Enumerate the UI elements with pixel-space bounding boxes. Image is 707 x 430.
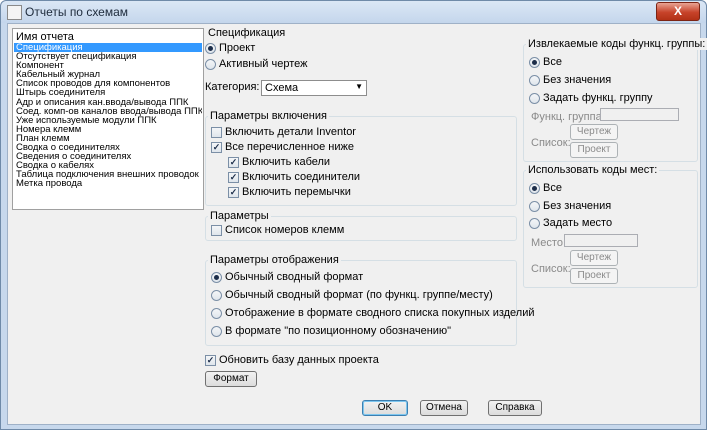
help-button[interactable]: Справка — [488, 400, 542, 416]
func-group-input[interactable] — [600, 108, 679, 121]
include-group-title: Параметры включения — [208, 110, 329, 122]
radio-active-drawing-label: Активный чертеж — [219, 58, 308, 70]
radio-format-purchase-list-label: Отображение в формате сводного списка по… — [225, 307, 535, 319]
params-group-title: Параметры — [208, 210, 271, 222]
func-drawing-button[interactable]: Чертеж — [570, 124, 618, 140]
func-list-label: Список: — [531, 137, 571, 149]
ok-button[interactable]: OK — [362, 400, 408, 416]
report-list-item[interactable]: Сводка о кабелях — [14, 161, 202, 170]
app-icon — [7, 5, 22, 20]
category-select[interactable]: Схема ▼ — [261, 80, 367, 96]
checkbox-inventor-label: Включить детали Inventor — [225, 126, 356, 138]
report-list-item[interactable]: Отсутствует спецификация — [14, 52, 202, 61]
report-list-item[interactable]: Штырь соединителя — [14, 88, 202, 97]
radio-func-all[interactable] — [529, 57, 540, 68]
display-group-title: Параметры отображения — [208, 254, 341, 266]
checkbox-terminal-numbers-label: Список номеров клемм — [225, 224, 345, 236]
checkbox-cables-label: Включить кабели — [242, 156, 331, 168]
report-list-item[interactable]: Сводка о соединителях — [14, 143, 202, 152]
radio-loc-all-label: Все — [543, 182, 562, 194]
checkbox-cables[interactable]: ✓ — [228, 157, 239, 168]
report-list-header: Имя отчета — [16, 31, 74, 43]
radio-loc-set-label: Задать место — [543, 217, 613, 229]
report-list-item[interactable]: Кабельный журнал — [14, 70, 202, 79]
checkbox-update-db[interactable]: ✓ — [205, 355, 216, 366]
radio-loc-none-label: Без значения — [543, 200, 612, 212]
report-list-item[interactable]: Компонент — [14, 61, 202, 70]
cancel-button[interactable]: Отмена — [420, 400, 468, 416]
report-list-item[interactable]: Метка провода — [14, 179, 202, 188]
loc-drawing-button[interactable]: Чертеж — [570, 250, 618, 266]
radio-loc-set[interactable] — [529, 218, 540, 229]
func-group-field-label: Функц. группа — [531, 111, 602, 123]
report-list-item[interactable]: Номера клемм — [14, 125, 202, 134]
radio-format-by-tag[interactable] — [211, 326, 222, 337]
radio-project-label: Проект — [219, 42, 256, 54]
checkbox-jumpers-label: Включить перемычки — [242, 186, 351, 198]
radio-format-by-group[interactable] — [211, 290, 222, 301]
func-codes-group-title: Извлекаемые коды функц. группы: — [526, 38, 707, 50]
report-list-item[interactable]: Список проводов для компонентов — [14, 79, 202, 88]
report-items: Спецификация Отсутствует спецификация Комп… — [14, 43, 202, 189]
report-list-item[interactable]: Уже используемые модули ППК — [14, 116, 202, 125]
checkbox-terminal-numbers[interactable] — [211, 225, 222, 236]
radio-func-all-label: Все — [543, 56, 562, 68]
radio-format-purchase-list[interactable] — [211, 308, 222, 319]
loc-field-label: Место — [531, 237, 563, 249]
loc-list-label: Список: — [531, 263, 571, 275]
format-button[interactable]: Формат — [205, 371, 257, 387]
loc-input[interactable] — [564, 234, 638, 247]
radio-format-standard-label: Обычный сводный формат — [225, 271, 364, 283]
dialog-body: Имя отчета Спецификация Отсутствует специ… — [7, 23, 707, 425]
window-title: Отчеты по схемам — [25, 5, 129, 19]
close-button[interactable]: X — [656, 2, 700, 21]
report-list-item[interactable]: Соед. комп-ов каналов ввода/вывода ППК — [14, 107, 202, 116]
radio-loc-none[interactable] — [529, 201, 540, 212]
checkbox-inventor[interactable] — [211, 127, 222, 138]
report-list-item[interactable]: Таблица подключения внешних проводок — [14, 170, 202, 179]
checkbox-connectors-label: Включить соединители — [242, 171, 361, 183]
radio-active-drawing[interactable] — [205, 59, 216, 70]
checkbox-all-below-label: Все перечисленное ниже — [225, 141, 355, 153]
loc-project-button[interactable]: Проект — [570, 268, 618, 284]
title-bar: Отчеты по схемам X — [1, 1, 706, 23]
category-label: Категория: — [205, 81, 260, 93]
radio-func-none-label: Без значения — [543, 74, 612, 86]
report-list-item[interactable]: Спецификация — [14, 43, 202, 53]
category-value: Схема — [265, 82, 299, 94]
radio-format-by-tag-label: В формате "по позиционному обозначению" — [225, 325, 452, 337]
radio-func-set-label: Задать функц. группу — [543, 92, 653, 104]
checkbox-update-db-label: Обновить базу данных проекта — [219, 354, 379, 366]
checkbox-all-below[interactable]: ✓ — [211, 142, 222, 153]
report-list[interactable]: Имя отчета Спецификация Отсутствует специ… — [12, 28, 204, 210]
radio-func-set[interactable] — [529, 93, 540, 104]
chevron-down-icon: ▼ — [355, 82, 363, 91]
radio-project[interactable] — [205, 43, 216, 54]
dialog-window: Отчеты по схемам X Имя отчета Спецификац… — [0, 0, 707, 430]
spec-title: Спецификация — [208, 27, 286, 39]
checkbox-jumpers[interactable]: ✓ — [228, 187, 239, 198]
radio-loc-all[interactable] — [529, 183, 540, 194]
report-list-item[interactable]: Адр и описания кан.ввода/вывода ППК — [14, 98, 202, 107]
func-project-button[interactable]: Проект — [570, 142, 618, 158]
checkbox-connectors[interactable]: ✓ — [228, 172, 239, 183]
radio-format-by-group-label: Обычный сводный формат (по функц. группе… — [225, 289, 493, 301]
report-list-item[interactable]: План клемм — [14, 134, 202, 143]
report-list-item[interactable]: Сведения о соединителях — [14, 152, 202, 161]
loc-codes-group-title: Использовать коды мест: — [526, 164, 660, 176]
radio-func-none[interactable] — [529, 75, 540, 86]
radio-format-standard[interactable] — [211, 272, 222, 283]
